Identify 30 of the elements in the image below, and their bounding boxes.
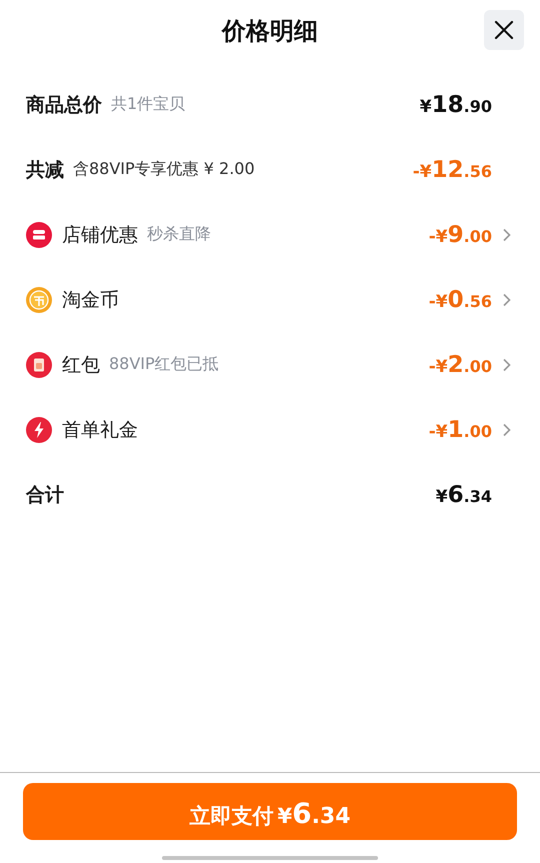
amount: -¥0.56: [428, 286, 492, 312]
amount: -¥1.00: [428, 416, 492, 442]
row-label: 首单礼金: [62, 418, 138, 442]
amount: ¥18.90: [420, 92, 492, 118]
chevron-right-icon[interactable]: [502, 358, 512, 372]
chevron-right-icon[interactable]: [502, 422, 512, 436]
amount: ¥6.34: [436, 482, 492, 508]
row-note: 秒杀直降: [147, 224, 211, 245]
row-note: 含88VIP专享优惠 ¥ 2.00: [73, 159, 255, 180]
row-label: 合计: [26, 482, 64, 508]
lightning-icon: [26, 416, 52, 442]
chevron-right-icon[interactable]: [502, 292, 512, 306]
row-label: 淘金币: [62, 288, 119, 312]
row-note: 共1件宝贝: [111, 94, 186, 115]
close-icon: [494, 20, 514, 40]
pay-button[interactable]: 立即支付 ¥6.34: [23, 783, 517, 840]
amount: -¥12.56: [412, 156, 492, 182]
envelope-icon: [26, 352, 52, 378]
sheet-title: 价格明细: [222, 16, 318, 47]
row-label: 店铺优惠: [62, 222, 138, 248]
row-label: 商品总价: [26, 92, 102, 118]
close-button[interactable]: [484, 10, 524, 50]
chevron-right-icon[interactable]: [502, 228, 512, 242]
row-label: 共减: [26, 158, 64, 182]
row-label: 红包: [62, 352, 100, 378]
amount: -¥2.00: [428, 352, 492, 378]
amount: -¥9.00: [428, 222, 492, 248]
coin-icon: [26, 286, 52, 312]
row-note: 88VIP红包已抵: [109, 354, 219, 375]
store-icon: [26, 222, 52, 248]
